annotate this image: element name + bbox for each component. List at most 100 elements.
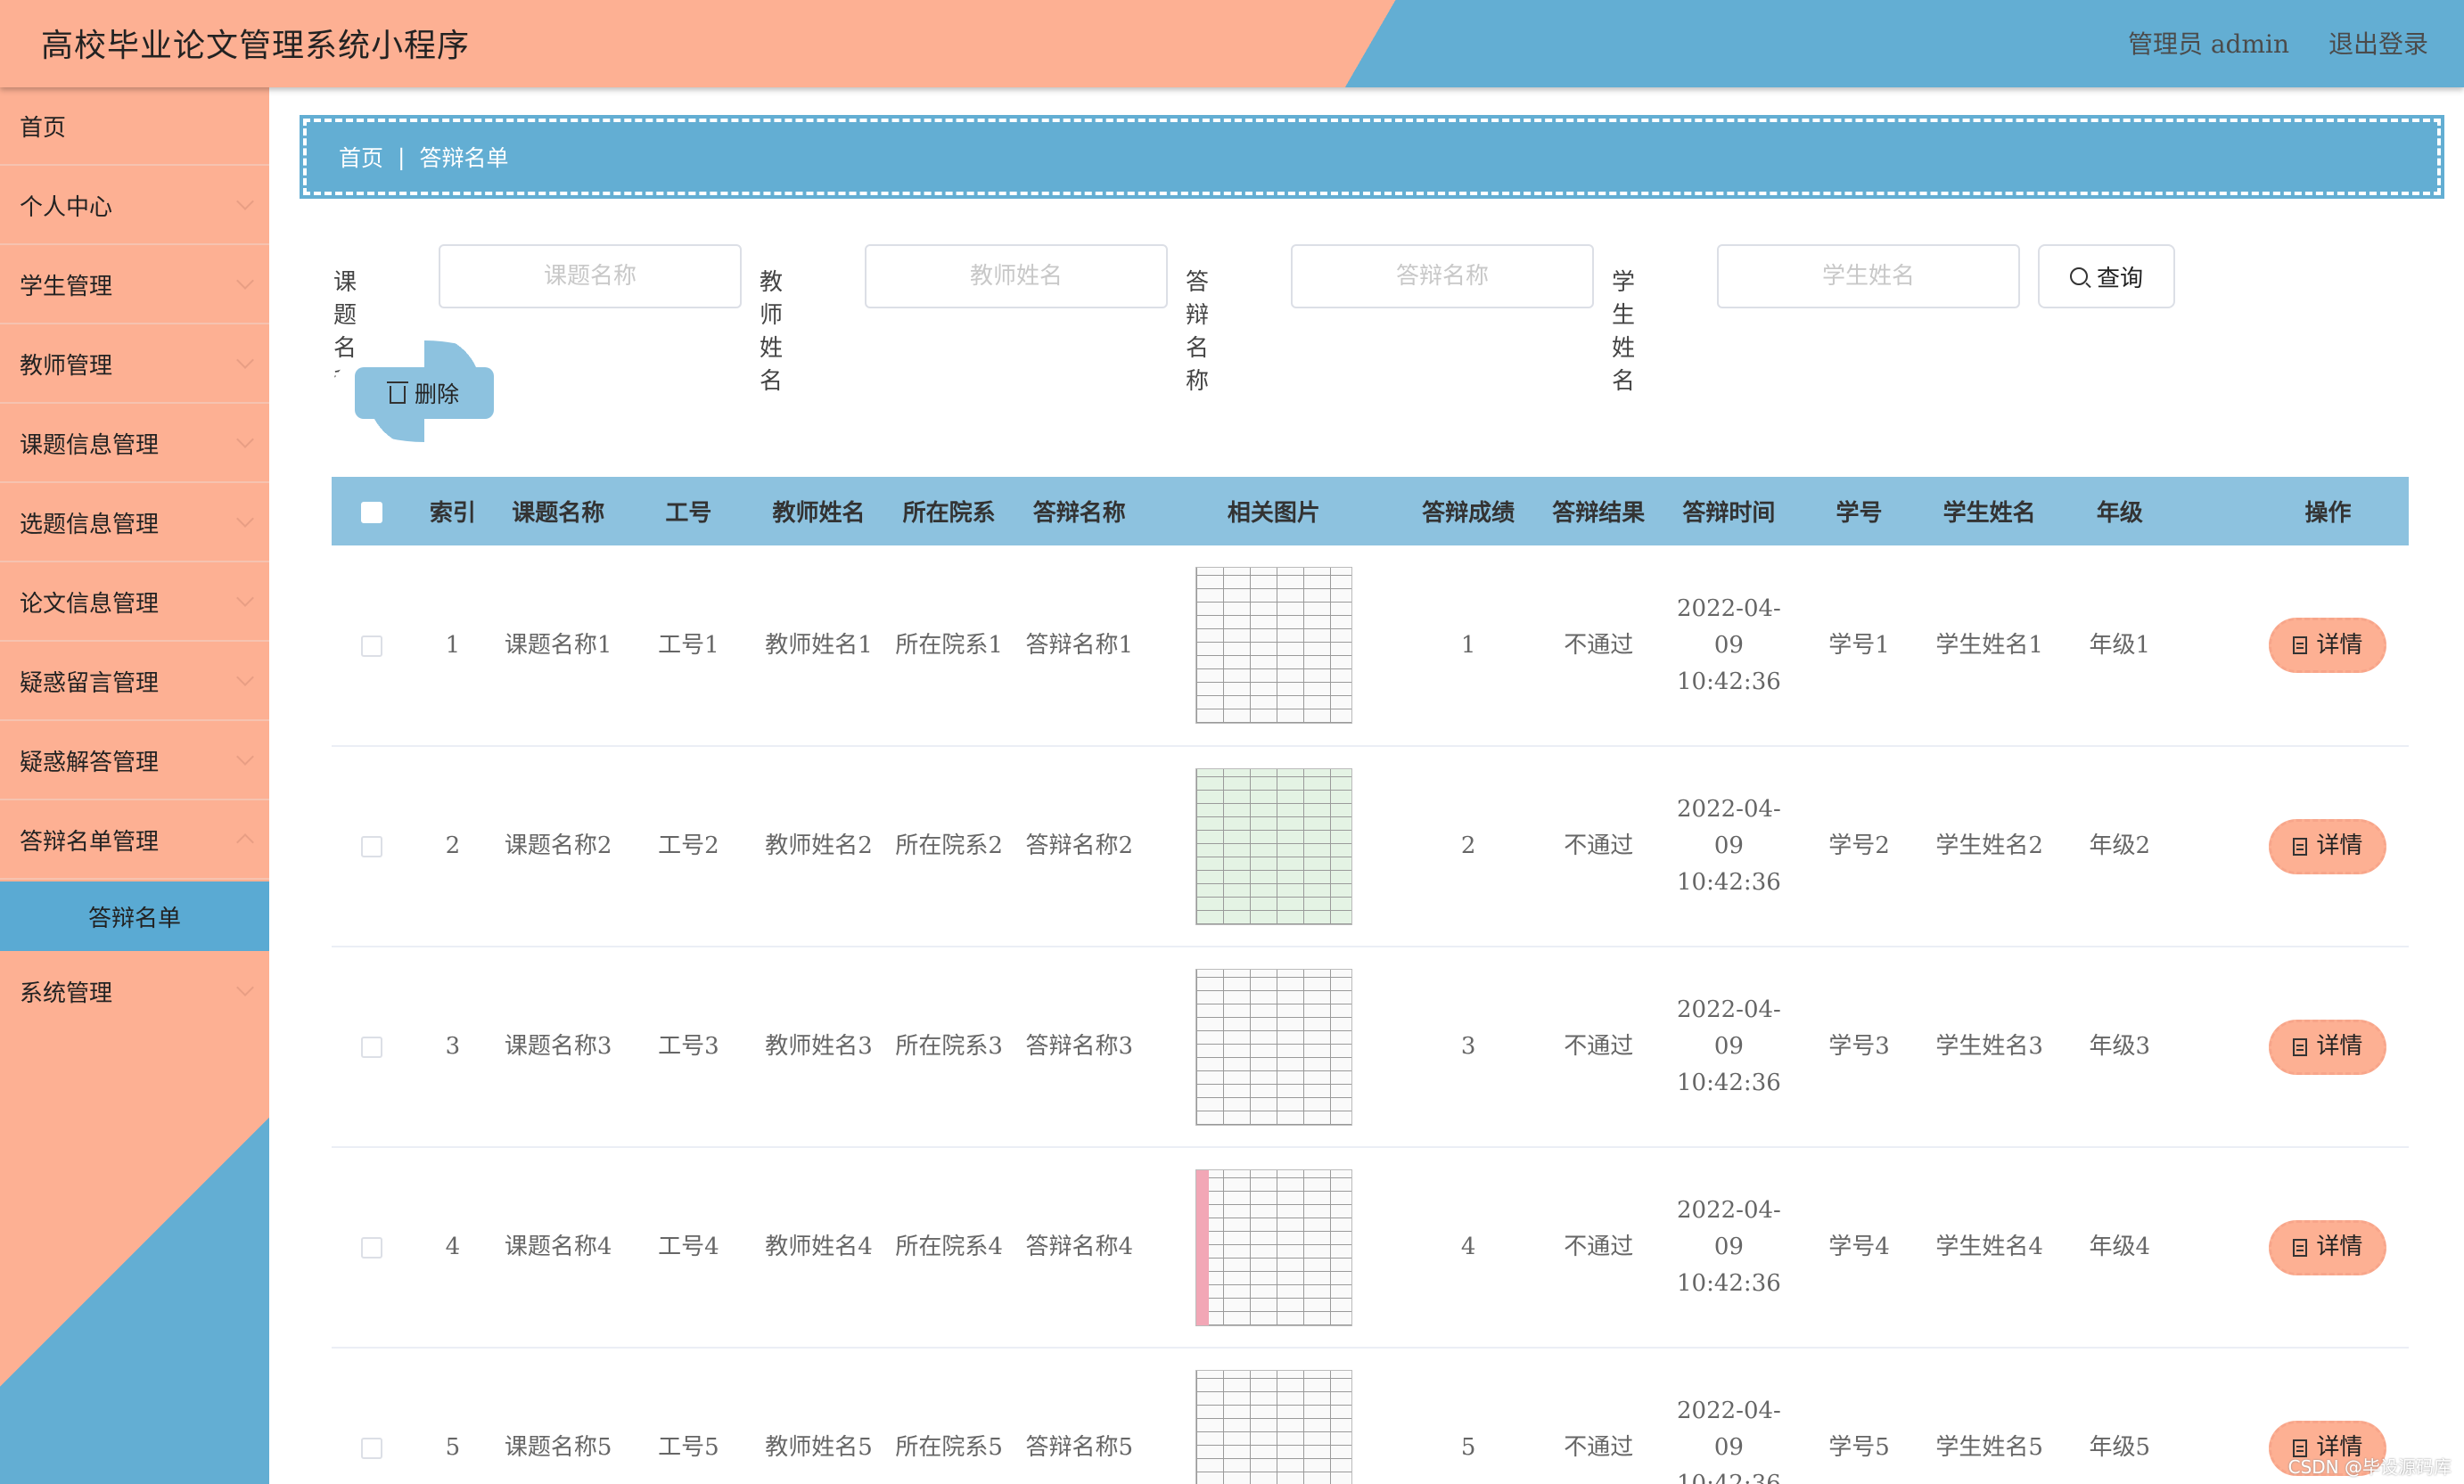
detail-button[interactable]: 详情: [2269, 1219, 2387, 1275]
detail-button[interactable]: 详情: [2269, 1019, 2387, 1075]
query-button[interactable]: 查询: [2038, 244, 2175, 308]
cell-stu_no: 学号5: [1828, 1434, 1890, 1461]
cell-dept: 所在院系2: [895, 832, 1003, 859]
sidebar-item-teachers[interactable]: 教师管理: [0, 325, 269, 404]
breadcrumb: 首页 | 答辩名单: [300, 115, 2444, 199]
related-image[interactable]: [1195, 968, 1352, 1126]
sidebar-item-system[interactable]: 系统管理: [0, 952, 269, 1030]
cell-score: 2: [1460, 832, 1476, 859]
related-image[interactable]: [1195, 767, 1352, 925]
sidebar-subitem-defense-list[interactable]: 答辩名单: [0, 881, 269, 951]
cell-action: 详情: [2185, 947, 2409, 1147]
cell-student: 学生姓名2: [1935, 832, 2043, 859]
table-row: 5 课题名称5 工号5 教师姓名5 所在院系5 答辩名称5 5 不通过 2022-04-09 1…: [332, 1348, 2409, 1484]
row-checkbox[interactable]: [361, 1237, 383, 1259]
column-header: 答辩名称: [1032, 500, 1126, 527]
cell-dept: 所在院系3: [895, 1033, 1003, 1060]
detail-label: 详情: [2316, 631, 2363, 659]
cell-index: 5: [445, 1434, 461, 1461]
cell-dept: 所在院系4: [895, 1234, 1003, 1260]
detail-label: 详情: [2316, 832, 2363, 859]
cell-time: 2022-04-09 10:42:36: [1676, 1197, 1781, 1297]
sidebar-item-questions[interactable]: 疑惑留言管理: [0, 643, 269, 721]
row-checkbox[interactable]: [361, 836, 383, 857]
cell-stu_no: 学号2: [1828, 832, 1890, 859]
cell-topic: 课题名称1: [504, 631, 612, 659]
app-title: 高校毕业论文管理系统小程序: [41, 28, 471, 64]
sidebar-subitem-label: 答辩名单: [87, 905, 181, 932]
sidebar-item-label: 选题信息管理: [20, 511, 160, 538]
cell-dept: 所在院系1: [895, 631, 1003, 659]
cell-index: 4: [445, 1234, 461, 1260]
related-image[interactable]: [1195, 1369, 1352, 1484]
chevron-down-icon: [236, 979, 254, 996]
sidebar-item-label: 学生管理: [20, 273, 113, 300]
cell-result: 不通过: [1564, 631, 1634, 659]
cell-action: 详情: [2185, 1147, 2409, 1348]
teacher-search-input[interactable]: [865, 244, 1168, 308]
cell-teacher: 教师姓名5: [765, 1434, 873, 1461]
chevron-down-icon: [236, 668, 254, 686]
cell-index: 3: [445, 1033, 461, 1060]
document-icon: [2293, 636, 2308, 654]
student-search-input[interactable]: [1717, 244, 2020, 308]
table-row: 2 课题名称2 工号2 教师姓名2 所在院系2 答辩名称2 2 不通过 2022-04-09 1…: [332, 746, 2409, 947]
cell-score: 4: [1460, 1234, 1476, 1260]
column-header: 操作: [2304, 500, 2352, 527]
row-checkbox[interactable]: [361, 1037, 383, 1058]
row-checkbox[interactable]: [361, 1438, 383, 1459]
detail-button[interactable]: 详情: [2269, 618, 2387, 673]
sidebar-item-home[interactable]: 首页: [0, 87, 269, 166]
breadcrumb-home[interactable]: 首页: [339, 141, 383, 173]
chevron-down-icon: [236, 748, 254, 766]
sidebar-item-label: 系统管理: [20, 980, 113, 1007]
delete-button[interactable]: 删除: [355, 367, 494, 419]
column-header: 教师姓名: [772, 500, 866, 527]
defense-table: 索引 课题名称 工号 教师姓名 所在院系 答辩名称 相关图片 答辩成绩 答辩结果…: [332, 477, 2409, 1484]
column-header: 索引: [429, 500, 476, 527]
watermark: CSDN @毕设源码库: [2287, 1456, 2452, 1478]
detail-label: 详情: [2316, 1234, 2363, 1260]
column-header: 答辩时间: [1682, 500, 1776, 527]
sidebar-item-label: 疑惑留言管理: [20, 669, 160, 697]
detail-label: 详情: [2316, 1033, 2363, 1060]
column-header: 学号: [1836, 500, 1883, 527]
related-image[interactable]: [1195, 567, 1352, 724]
sidebar-item-selection[interactable]: 选题信息管理: [0, 484, 269, 562]
sidebar-item-defense[interactable]: 答辩名单管理: [0, 801, 269, 880]
cell-emp_no: 工号3: [658, 1033, 719, 1060]
table-row: 3 课题名称3 工号3 教师姓名3 所在院系3 答辩名称3 3 不通过 2022-04-09 1…: [332, 947, 2409, 1147]
cell-time: 2022-04-09 10:42:36: [1676, 594, 1781, 695]
sidebar-item-students[interactable]: 学生管理: [0, 246, 269, 324]
cell-grade: 年级3: [2089, 1033, 2151, 1060]
select-all-checkbox[interactable]: [361, 501, 383, 523]
cell-result: 不通过: [1564, 1234, 1634, 1260]
column-header: 答辩成绩: [1422, 500, 1515, 527]
sidebar-item-thesis[interactable]: 论文信息管理: [0, 563, 269, 642]
cell-image: [1145, 1348, 1403, 1484]
related-image[interactable]: [1195, 1168, 1352, 1326]
row-select-cell: [332, 947, 413, 1147]
detail-button[interactable]: 详情: [2269, 818, 2387, 874]
sidebar-item-topics[interactable]: 课题信息管理: [0, 405, 269, 483]
defense-search-input[interactable]: [1291, 244, 1594, 308]
logout-button[interactable]: 退出登录: [2328, 25, 2428, 61]
trash-icon: [386, 381, 408, 404]
cell-dept: 所在院系5: [895, 1434, 1003, 1461]
document-icon: [2293, 1037, 2308, 1056]
cell-student: 学生姓名5: [1935, 1434, 2043, 1461]
cell-grade: 年级4: [2089, 1234, 2151, 1260]
user-label: 管理员 admin: [2127, 29, 2289, 59]
row-checkbox[interactable]: [361, 635, 383, 657]
cell-defense: 答辩名称4: [1025, 1234, 1134, 1260]
cell-time: 2022-04-09 10:42:36: [1676, 996, 1781, 1096]
sidebar-item-answers[interactable]: 疑惑解答管理: [0, 722, 269, 800]
topic-search-input[interactable]: [439, 244, 742, 308]
table-row: 4 课题名称4 工号4 教师姓名4 所在院系4 答辩名称4 4 不通过 2022-04-09 1…: [332, 1147, 2409, 1348]
sidebar-item-personal[interactable]: 个人中心: [0, 167, 269, 245]
column-header: 年级: [2096, 500, 2143, 527]
column-header: 相关图片: [1227, 500, 1320, 527]
column-header: 课题名称: [512, 500, 605, 527]
cell-topic: 课题名称4: [504, 1234, 612, 1260]
cell-index: 1: [445, 631, 461, 659]
